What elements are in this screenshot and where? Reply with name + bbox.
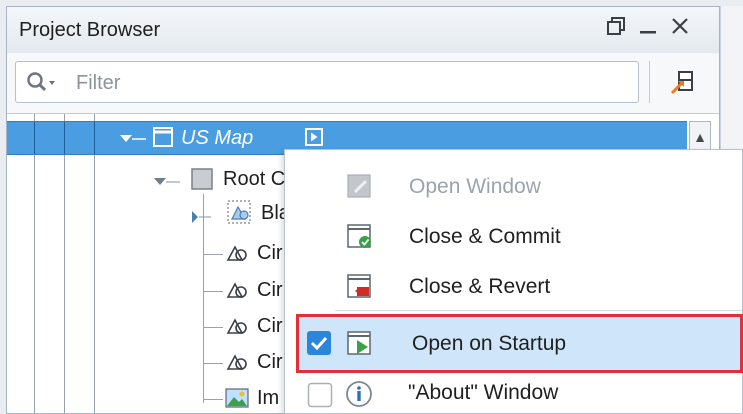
menu-item-close-revert[interactable]: Close & Revert [285, 262, 742, 312]
tree-branch-line [203, 363, 223, 364]
tree-branch-line [203, 399, 223, 400]
panel-title: Project Browser [19, 19, 161, 41]
tree-item-label: Im [257, 387, 280, 409]
expand-arrow-icon[interactable] [153, 174, 181, 192]
filter-divider [649, 61, 650, 103]
menu-item-label: Close & Commit [409, 225, 561, 248]
panel-header: Project Browser [7, 7, 719, 54]
collapse-arrow-icon[interactable] [189, 210, 223, 231]
shape-icon [225, 351, 251, 378]
tree-branch-line [203, 327, 223, 328]
shape-icon [225, 279, 251, 306]
filter-input[interactable]: Filter [15, 61, 639, 103]
tree-item-label: Cir [257, 279, 283, 301]
close-commit-icon [345, 222, 375, 255]
search-icon[interactable] [26, 71, 60, 98]
info-icon [344, 379, 374, 414]
tree-item-label: US Map [181, 127, 254, 149]
close-revert-icon [345, 272, 375, 305]
tree-guide-line [94, 122, 95, 154]
float-window-icon[interactable] [603, 15, 629, 43]
filter-row: Filter [7, 53, 719, 114]
menu-item-label: "About" Window [408, 381, 559, 404]
menu-item-close-commit[interactable]: Close & Commit [285, 212, 742, 262]
group-icon [227, 200, 253, 229]
tree-guide-line [34, 114, 35, 413]
close-icon[interactable] [667, 15, 693, 43]
shape-icon [225, 315, 251, 342]
link-window-icon[interactable] [669, 69, 697, 102]
checkbox-unchecked-icon[interactable] [306, 381, 334, 414]
menu-item-open-window[interactable]: Open Window [285, 162, 742, 212]
filter-placeholder: Filter [76, 72, 121, 94]
menu-item-label: Open on Startup [412, 332, 567, 355]
tree-branch-line [203, 291, 223, 292]
tree-item-label: Cir [257, 242, 283, 264]
open-window-icon [345, 172, 375, 205]
expand-arrow-icon[interactable] [119, 132, 147, 150]
tree-item-label: Root C [223, 168, 286, 190]
shape-icon [225, 242, 251, 269]
menu-separator [335, 310, 742, 311]
image-icon [225, 387, 251, 414]
menu-item-label: Close & Revert [409, 275, 551, 298]
minimize-icon[interactable] [635, 15, 661, 43]
open-on-startup-icon [345, 329, 375, 362]
menu-item-label: Open Window [409, 175, 541, 198]
tree-guide-line [94, 114, 95, 413]
tree-guide-line [64, 122, 65, 154]
checkbox-checked-icon[interactable] [305, 329, 333, 362]
tree-item-label: Cir [257, 315, 283, 337]
tree-guide-line [64, 114, 65, 413]
tree-item-label: Cir [257, 351, 283, 373]
menu-item-about-window[interactable]: "About" Window [284, 373, 743, 414]
menu-item-open-on-startup[interactable]: Open on Startup [296, 314, 743, 373]
tree-branch-line [203, 254, 223, 255]
startup-window-icon [305, 128, 323, 151]
tree-guide-line [34, 122, 35, 154]
window-icon [153, 127, 173, 152]
root-container-icon [191, 168, 215, 195]
